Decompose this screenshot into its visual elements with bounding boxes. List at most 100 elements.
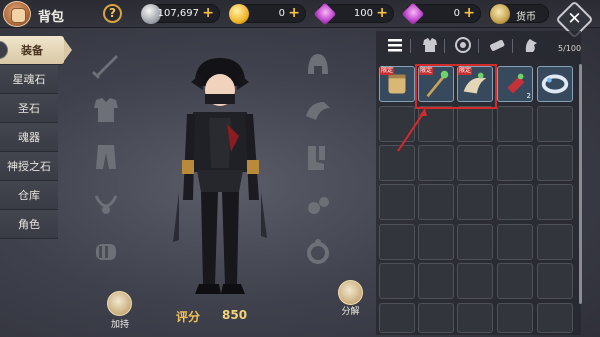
add-gem-b-button[interactable]: + [463,5,475,21]
sidebar-item-equipment[interactable]: 装备 [0,36,72,65]
silver-currency: 107,697 + [141,4,220,24]
shoulder-slot[interactable] [300,96,336,126]
enhance-button[interactable] [107,291,132,316]
inventory-empty-slot[interactable] [457,106,493,142]
list-icon [388,39,402,52]
earring-slot[interactable] [300,190,336,220]
add-silver-button[interactable]: + [202,5,214,21]
sidebar-item-label: 角色 [18,218,40,231]
inventory-empty-slot[interactable] [418,303,454,333]
inventory-empty-slot[interactable] [379,184,415,220]
inventory-empty-slot[interactable] [537,184,573,220]
pink-gem-icon [401,2,425,26]
necklace-icon [94,195,118,214]
inventory-empty-slot[interactable] [537,303,573,333]
inventory-empty-slot[interactable] [379,224,415,260]
sidebar-item-holy-stone[interactable]: 圣石 [0,94,58,123]
helmet-slot[interactable] [300,50,336,80]
inventory-empty-slot[interactable] [537,145,573,181]
pants-icon [96,145,116,169]
gold-amount: 0 [278,8,285,19]
inventory-empty-slot[interactable] [457,303,493,333]
inventory-empty-slot[interactable] [537,106,573,142]
boots-slot[interactable] [300,142,336,172]
inventory-empty-slot[interactable] [497,303,533,333]
sidebar-item-label: 装备 [21,44,43,57]
currency-icon [490,4,510,24]
pointer-arrow-icon [397,108,427,152]
necklace-slot[interactable] [88,190,124,220]
inventory-empty-slot[interactable] [497,224,533,260]
sidebar-item-label: 仓库 [18,189,40,202]
sidebar-item-warehouse[interactable]: 仓库 [0,181,58,210]
inventory-empty-slot[interactable] [418,263,454,299]
add-gold-button[interactable]: + [288,5,300,21]
bracer-slot[interactable] [88,236,124,266]
category-accessory[interactable] [451,35,475,57]
category-armor[interactable] [418,35,442,57]
currency-button[interactable]: 货币 [489,4,549,24]
pants-slot[interactable] [88,141,124,171]
gem-currency-b: 0 + [401,2,481,26]
inventory-empty-slot[interactable] [457,145,493,181]
sidebar-item-label: 星魂石 [12,73,46,86]
weapon-slot[interactable] [88,49,124,79]
inventory-slot-1[interactable]: 限定 [379,66,415,102]
gem-currency-a: 100 + [313,2,394,26]
decompose-button[interactable] [338,280,363,305]
currency-button-label: 货币 [516,12,536,23]
sidebar-item-divine-stone[interactable]: 神授之石 [0,152,58,181]
character-model [173,58,267,294]
score-value: 850 [222,308,248,322]
sidebar-item-star-soul-stone[interactable]: 星魂石 [0,65,58,94]
enhance-label: 加持 [110,320,129,330]
shoulder-icon [306,102,330,120]
accessory-category-icon [455,37,471,53]
ring-icon [307,239,329,264]
gem-a-amount: 100 [353,8,373,19]
sidebar-item-label: 圣石 [18,102,40,115]
top-bar: 背包 ? 107,697 + 0 + 100 + 0 + 货币 [0,0,600,28]
inventory-empty-slot[interactable] [497,263,533,299]
inventory-empty-slot[interactable] [379,263,415,299]
sidebar-item-character[interactable]: 角色 [0,210,58,239]
inventory-empty-slot[interactable] [537,224,573,260]
helmet-icon [308,54,328,74]
armor-icon [94,98,118,122]
bracer-icon [96,244,116,260]
gem-b-amount: 0 [453,8,460,19]
item-count-badge: 2 [526,92,531,100]
inventory-empty-slot[interactable] [497,145,533,181]
purple-gem-icon [313,2,337,26]
gold-coin-icon [229,4,249,24]
armor-slot[interactable] [88,94,124,124]
bag-icon [3,1,31,27]
help-button[interactable]: ? [103,4,122,23]
inventory-empty-slot[interactable] [457,184,493,220]
inventory-slot-4[interactable]: 2 [497,66,533,102]
mount-category-icon [525,39,537,52]
sidebar-item-label: 魂器 [18,131,40,144]
decompose-label: 分解 [341,307,360,317]
inventory-empty-slot[interactable] [497,106,533,142]
category-scroll[interactable] [485,35,509,57]
inventory-empty-slot[interactable] [379,303,415,333]
page-title: 背包 [38,10,65,25]
category-mount[interactable] [519,35,543,57]
inventory-empty-slot[interactable] [457,224,493,260]
inventory-empty-slot[interactable] [418,184,454,220]
inventory-empty-slot[interactable] [418,224,454,260]
inventory-empty-slot[interactable] [497,184,533,220]
inventory-slot-5[interactable] [537,66,573,102]
inventory-empty-slot[interactable] [457,263,493,299]
scroll-category-icon [490,39,505,51]
ring-item-icon [541,74,569,94]
sidebar-item-label: 神授之石 [7,160,51,173]
sidebar-item-soul-vessel[interactable]: 魂器 [0,123,58,152]
add-gem-a-button[interactable]: + [376,5,388,21]
inventory-scrollbar[interactable] [579,64,582,304]
ring-slot[interactable] [300,236,336,266]
category-all[interactable] [383,35,407,57]
armor-category-icon [423,38,437,52]
inventory-empty-slot[interactable] [537,263,573,299]
